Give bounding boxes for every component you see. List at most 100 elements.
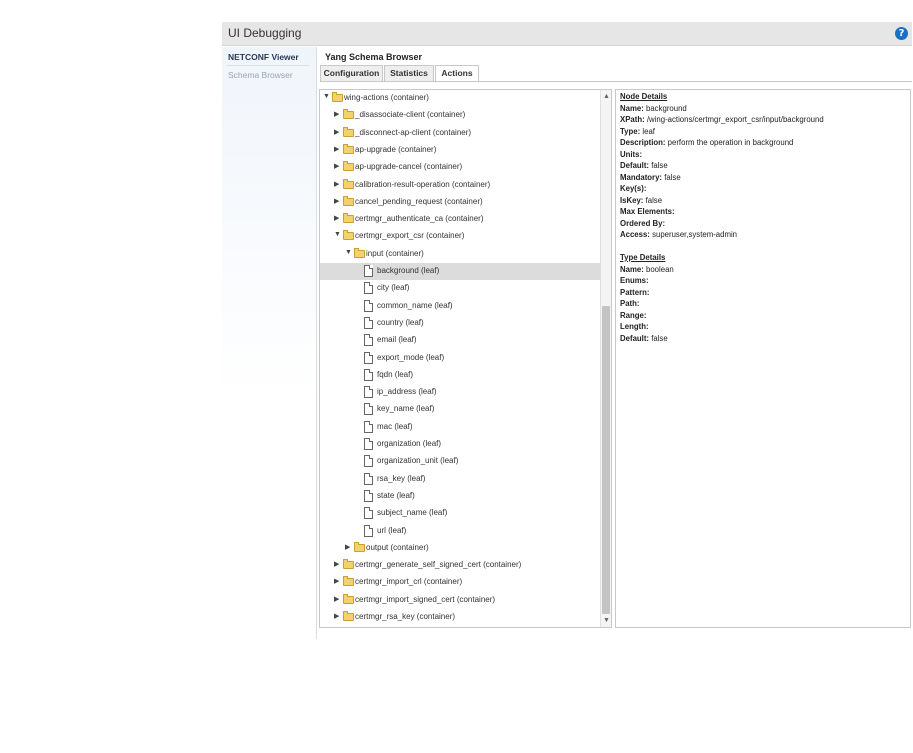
schema-tree[interactable]: ▼ wing-actions (container) ▶ _disassociate-… [319, 89, 612, 628]
expand-right-icon[interactable]: ▶ [334, 145, 342, 153]
detail-key: Mandatory: [620, 172, 663, 182]
expand-down-icon[interactable]: ▼ [334, 231, 342, 238]
tree-container-node[interactable]: ▶ _disconnect-ap-client (container) [320, 125, 600, 142]
tree-scrollbar[interactable]: ▲ ▼ [600, 90, 611, 627]
folder-icon [343, 593, 354, 604]
expand-right-icon[interactable]: ▶ [334, 162, 342, 170]
scroll-up-arrow-icon[interactable]: ▲ [602, 92, 611, 101]
tree-leaf-node[interactable]: background (leaf) [320, 263, 600, 280]
tree-leaf-node[interactable]: fqdn (leaf) [320, 367, 600, 384]
detail-value: perform the operation in background [665, 138, 794, 147]
detail-value: /wing-actions/certmgr_export_csr/input/b… [644, 115, 824, 124]
detail-value: boolean [643, 264, 674, 274]
folder-open-icon [332, 92, 343, 102]
detail-key: Units: [620, 149, 643, 159]
tree-container-node[interactable]: ▶ certmgr_import_crl (container) [320, 574, 600, 591]
tree-container-node[interactable]: ▶ certmgr_generate_self_signed_cert (cont… [320, 557, 600, 574]
tree-node-label: organization_unit (leaf) [377, 456, 459, 466]
node-details-heading: Node Details [620, 92, 668, 101]
tree-leaf-node[interactable]: organization_unit (leaf) [320, 453, 600, 470]
tree-leaf-node[interactable]: subject_name (leaf) [320, 505, 600, 522]
tree-container-node[interactable]: ▶ output (container) [320, 540, 600, 557]
folder-icon [343, 576, 354, 587]
detail-key: Pattern: [620, 287, 650, 297]
tree-leaf-node[interactable]: key_name (leaf) [320, 401, 600, 418]
tree-container-node[interactable]: ▼ input (container) [320, 246, 600, 263]
file-icon [364, 524, 373, 537]
tree-leaf-node[interactable]: city (leaf) [320, 280, 600, 297]
tree-leaf-node[interactable]: mac (leaf) [320, 419, 600, 436]
folder-open-icon [343, 230, 354, 241]
detail-value: leaf [640, 126, 655, 136]
tree-leaf-node[interactable]: country (leaf) [320, 315, 600, 332]
sidebar-item-schema-browser[interactable]: Schema Browser [228, 70, 293, 80]
tree-leaf-node[interactable]: email (leaf) [320, 332, 600, 349]
tree-container-node[interactable]: ▶ ap-upgrade (container) [320, 142, 600, 159]
expand-right-icon[interactable]: ▶ [334, 197, 342, 205]
detail-row: Description: perform the operation in ba… [620, 138, 793, 147]
tree-node-label: ap-upgrade (container) [355, 144, 437, 154]
tree-node-label: _disassociate-client (container) [355, 110, 466, 120]
tree-container-node[interactable]: ▶ calibration-result-operation (container… [320, 177, 600, 194]
file-icon [364, 351, 373, 364]
tab-statistics[interactable]: Statistics [384, 65, 434, 82]
sidebar: NETCONF Viewer Schema Browser [222, 47, 317, 639]
sidebar-item-netconf-viewer[interactable]: NETCONF Viewer [228, 52, 299, 62]
tree-container-node[interactable]: ▶ certmgr_authenticate_ca (container) [320, 211, 600, 228]
expand-right-icon[interactable]: ▶ [334, 110, 342, 118]
expand-right-icon[interactable]: ▶ [334, 128, 342, 136]
tree-leaf-node[interactable]: state (leaf) [320, 488, 600, 505]
detail-row: Enums: [620, 276, 649, 285]
detail-value: false [643, 195, 663, 205]
detail-row: Type: leaf [620, 127, 655, 136]
detail-row: XPath: /wing-actions/certmgr_export_csr/… [620, 115, 824, 124]
file-icon [364, 386, 373, 399]
tree-container-node[interactable]: ▶ cancel_pending_request (container) [320, 194, 600, 211]
tab-configuration[interactable]: Configuration [320, 65, 383, 82]
detail-key: Access: [620, 230, 650, 239]
detail-key: Name: [620, 264, 644, 274]
tree-node-label: certmgr_authenticate_ca (container) [355, 214, 484, 224]
tree-leaf-node[interactable]: export_mode (leaf) [320, 350, 600, 367]
expand-right-icon[interactable]: ▶ [334, 214, 342, 222]
tree-node-label: state (leaf) [377, 490, 415, 500]
expand-right-icon[interactable]: ▶ [334, 612, 342, 620]
expand-down-icon[interactable]: ▼ [323, 93, 331, 100]
tree-container-node[interactable]: ▼ certmgr_export_csr (container) [320, 228, 600, 245]
tree-node-label: output (container) [366, 542, 429, 552]
type-details-heading: Type Details [620, 253, 666, 262]
scroll-down-arrow-icon[interactable]: ▼ [602, 616, 611, 625]
tree-container-node[interactable]: ▶ certmgr_import_signed_cert (container) [320, 592, 600, 609]
tree-node-label: background (leaf) [377, 266, 440, 275]
scroll-thumb[interactable] [602, 306, 610, 614]
expand-right-icon[interactable]: ▶ [334, 180, 342, 188]
tree-node-label: email (leaf) [377, 335, 417, 345]
tree-container-node[interactable]: ▶ ap-upgrade-cancel (container) [320, 159, 600, 176]
detail-row: Range: [620, 311, 646, 320]
expand-right-icon[interactable]: ▶ [334, 577, 342, 585]
file-icon [364, 489, 373, 502]
sidebar-divider [226, 65, 310, 66]
expand-right-icon[interactable]: ▶ [334, 595, 342, 603]
node-details-heading-row: Node Details [620, 92, 667, 101]
file-icon [364, 403, 373, 416]
tree-leaf-node[interactable]: url (leaf) [320, 523, 600, 540]
expand-down-icon[interactable]: ▼ [345, 249, 353, 256]
tree-container-node[interactable]: ▼ wing-actions (container) [320, 90, 600, 107]
expand-right-icon[interactable]: ▶ [334, 560, 342, 568]
tree-leaf-node[interactable]: rsa_key (leaf) [320, 471, 600, 488]
tree-container-node[interactable]: ▶ _disassociate-client (container) [320, 107, 600, 124]
expand-right-icon[interactable]: ▶ [345, 543, 353, 551]
tree-node-label: certmgr_import_signed_cert (container) [355, 594, 496, 604]
tree-leaf-node[interactable]: common_name (leaf) [320, 298, 600, 315]
tree-container-node[interactable]: ▶ certmgr_rsa_key (container) [320, 609, 600, 626]
detail-row: Mandatory: false [620, 173, 681, 182]
folder-icon [343, 109, 354, 120]
tree-leaf-node[interactable]: organization (leaf) [320, 436, 600, 453]
detail-row: Default: false [620, 161, 668, 170]
tree-leaf-node[interactable]: ip_address (leaf) [320, 384, 600, 401]
detail-value: false [662, 172, 681, 182]
help-icon[interactable]: ? [895, 27, 908, 40]
tab-divider [320, 81, 912, 82]
tree-node-label: city (leaf) [377, 283, 410, 293]
